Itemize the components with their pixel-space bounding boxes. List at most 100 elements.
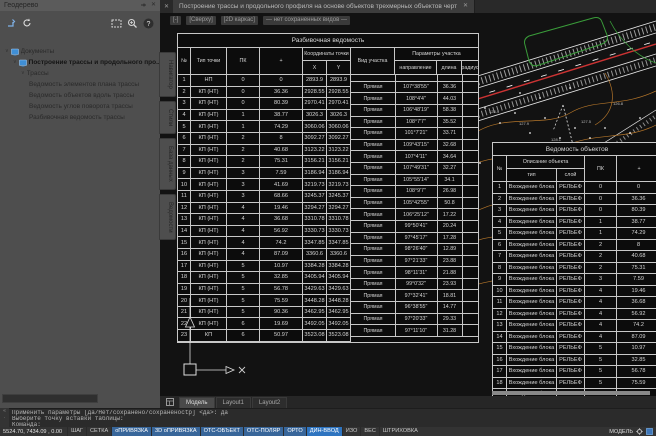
horizontal-scrollbar[interactable] xyxy=(492,391,650,395)
close-icon[interactable]: ✕ xyxy=(151,0,156,11)
col-point-type: Тип точки xyxy=(191,48,227,74)
zoom-icon[interactable] xyxy=(127,18,138,29)
table-cell: 3 xyxy=(178,98,191,110)
select-rect-icon[interactable] xyxy=(111,19,122,28)
side-tab-0[interactable]: Навигатор xyxy=(159,52,176,97)
tab-close-icon[interactable]: ✕ xyxy=(463,0,468,13)
status-toggle-изо[interactable]: ИЗО xyxy=(342,427,361,436)
table-cell: РЕЛЬЕФ xyxy=(557,343,585,355)
table-cell: 56.92 xyxy=(617,309,656,321)
status-toggle-штриховка[interactable]: ШТРИХОВКА xyxy=(379,427,421,436)
side-tab-3[interactable]: Ведомости xyxy=(159,194,176,241)
viewport-control-0[interactable]: [-] xyxy=(170,16,181,25)
table-cell: 0 xyxy=(227,75,260,87)
table-cell: 32.85 xyxy=(617,355,656,367)
table-cell: 5 xyxy=(178,121,191,133)
display-icon[interactable] xyxy=(646,428,653,435)
tree-item[interactable]: ∨Документы xyxy=(0,46,160,57)
status-toggle-шаг[interactable]: ШАГ xyxy=(67,427,86,436)
segment-cell: Прямая xyxy=(351,104,395,116)
table-cell: 32.85 xyxy=(260,272,303,284)
panel-titlebar[interactable]: Геодерево ✕ xyxy=(0,0,160,11)
table-cell: 68.66 xyxy=(260,191,303,203)
segment-cell: Прямая xyxy=(351,185,395,197)
tabgroup-close-icon[interactable]: ✕ xyxy=(160,3,173,10)
segment-cell: 29.33 xyxy=(437,313,462,325)
table-cell: 3384.28 xyxy=(327,261,351,273)
model-space-label[interactable]: МОДЕЛЬ xyxy=(609,429,633,435)
table-cell: КП (НТ) xyxy=(191,318,227,330)
status-toggle-3d-опривязка[interactable]: 3D оПРИВЯЗКА xyxy=(151,427,200,436)
layout-tab-layout2[interactable]: Layout2 xyxy=(252,397,287,408)
viewport-control-1[interactable]: [Сверху] xyxy=(186,16,215,25)
table-cell: 56.78 xyxy=(260,284,303,296)
commandline-grip[interactable]: «· xyxy=(0,408,9,427)
table-cell: КП (НТ) xyxy=(191,168,227,180)
table-cell: РЕЛЬЕФ xyxy=(557,309,585,321)
table-cell: НП xyxy=(191,75,227,87)
layout-browser-icon[interactable] xyxy=(166,398,174,406)
tree-item[interactable]: ∨Трассы xyxy=(0,68,160,79)
table-cell: Вхождение блока xyxy=(507,366,557,378)
tree-item[interactable]: Разбивочная ведомость трассы xyxy=(0,112,160,123)
status-toggle-опривязка[interactable]: оПРИВЯЗКА xyxy=(111,427,151,436)
segment-cell xyxy=(462,116,478,128)
table-cell: Вхождение блока xyxy=(507,286,557,298)
viewport-controls: [-] [Сверху] [2D каркас] — нет сохраненных … xyxy=(170,16,350,25)
segment-cell xyxy=(462,185,478,197)
table-cell: 56.78 xyxy=(617,366,656,378)
command-line[interactable]: Применить параметры [да/Нет/сохранено/со… xyxy=(0,408,656,427)
table-cell: КП (НТ) xyxy=(191,295,227,307)
status-toggle-сетка[interactable]: СЕТКА xyxy=(86,427,111,436)
table-cell: 3 xyxy=(227,191,260,203)
table-cell: 3123.22 xyxy=(303,145,327,157)
table-cell: 4 xyxy=(585,286,617,298)
side-tab-2[interactable]: База данных xyxy=(159,138,176,190)
table-cell: 3347.85 xyxy=(327,237,351,249)
col-layer: слой xyxy=(557,169,585,181)
tree-item[interactable]: ∨Построение трассы и продольного про... xyxy=(0,57,160,68)
status-toggle-дин-ввод[interactable]: ДИН-ВВОД xyxy=(306,427,342,436)
viewport-control-3[interactable]: — нет сохраненных видов — xyxy=(263,16,350,25)
model-canvas[interactable]: [-] [Сверху] [2D каркас] — нет сохраненных … xyxy=(160,13,656,396)
help-icon[interactable]: ? xyxy=(143,18,154,29)
status-toggle-отс-поляр[interactable]: ОТС-ПОЛЯР xyxy=(243,427,283,436)
drawing-tab[interactable]: Построение трассы и продольного профиля … xyxy=(173,0,475,13)
status-toggle-вес[interactable]: ВЕС xyxy=(360,427,379,436)
table-cell: 5 xyxy=(585,366,617,378)
status-toggle-отс-объект[interactable]: ОТС-ОБЪЕКТ xyxy=(200,427,243,436)
geotree-panel: Геодерево ✕ ? ∨Документы xyxy=(0,0,160,408)
pin-icon[interactable] xyxy=(140,2,147,9)
tree-item[interactable]: Ведомость элементов плана трассы xyxy=(0,79,160,90)
table-cell: 3092.27 xyxy=(303,133,327,145)
segment-cell xyxy=(462,139,478,151)
table-cell: Вхождение блока xyxy=(507,240,557,252)
segment-cell: 34.1 xyxy=(437,174,462,186)
panel-title: Геодерево xyxy=(4,0,38,11)
segment-cell: 32.27 xyxy=(437,162,462,174)
segment-cell: Прямая xyxy=(351,174,395,186)
segment-cell: 23.93 xyxy=(437,278,462,290)
status-toggle-орто[interactable]: ОРТО xyxy=(283,427,305,436)
table-cell: 36.36 xyxy=(260,87,303,99)
table-cell: 75.59 xyxy=(617,378,656,390)
layout-tab-layout1[interactable]: Layout1 xyxy=(216,397,251,408)
table-cell: 5 xyxy=(585,343,617,355)
tree-item[interactable]: Ведомость объектов вдоль трассы xyxy=(0,90,160,101)
segment-cell: Прямая xyxy=(351,255,395,267)
table-cell: Вхождение блока xyxy=(507,297,557,309)
segment-cell: 109°43'15" xyxy=(395,139,437,151)
tree-item[interactable]: Ведомость углов поворота трассы xyxy=(0,101,160,112)
viewport-control-2[interactable]: [2D каркас] xyxy=(221,16,258,25)
table-cell: 4 xyxy=(585,297,617,309)
gear-icon[interactable] xyxy=(636,428,643,435)
segment-cell: 108°7'7" xyxy=(395,116,437,128)
table-cell: 3186.94 xyxy=(327,168,351,180)
layout-tab-модель[interactable]: Модель xyxy=(179,397,215,408)
refresh-icon[interactable] xyxy=(22,18,32,28)
side-tab-1[interactable]: Стили xyxy=(159,101,176,134)
segment-cell: Прямая xyxy=(351,289,395,301)
table-cell: 10.97 xyxy=(617,343,656,355)
back-arrow-icon[interactable] xyxy=(6,19,17,28)
table-cell: 2970.41 xyxy=(327,98,351,110)
